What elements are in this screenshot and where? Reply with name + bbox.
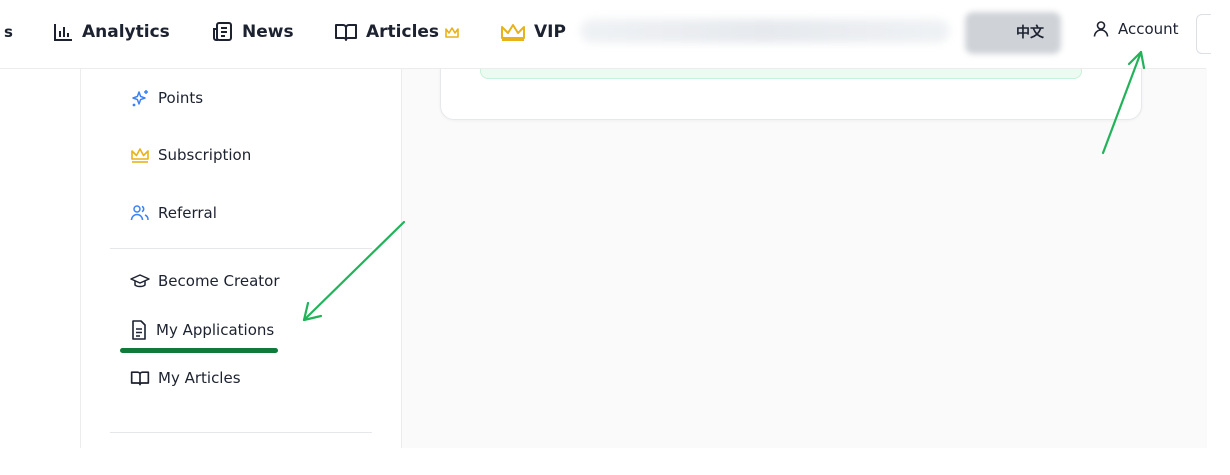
- sparkles-icon: [132, 90, 148, 107]
- main-content: [401, 68, 1207, 448]
- nav-item-news[interactable]: News: [212, 20, 294, 44]
- truncated-button[interactable]: [1196, 14, 1211, 54]
- sidebar-item-label: Referral: [158, 204, 217, 222]
- sidebar-divider: [110, 248, 372, 249]
- crown-icon: [445, 27, 459, 38]
- account-label: Account: [1118, 20, 1179, 38]
- sidebar-divider: [110, 432, 372, 433]
- sidebar-item-label: My Applications: [156, 321, 275, 339]
- crown-icon: [501, 24, 525, 41]
- nav-item-articles-label: Articles: [366, 22, 440, 42]
- sidebar-item-my-applications[interactable]: My Applications: [130, 320, 274, 340]
- sidebar-item-label: Become Creator: [158, 272, 280, 290]
- sidebar-item-my-articles[interactable]: My Articles: [130, 369, 241, 387]
- top-navigation: s Analytics News Articles VIP 中文 Account: [0, 0, 1211, 69]
- nav-item-truncated-label: s: [4, 23, 13, 41]
- sidebar-item-points[interactable]: Points: [130, 88, 203, 108]
- blurred-button[interactable]: [965, 12, 1061, 54]
- language-switch[interactable]: 中文: [1016, 22, 1044, 42]
- sidebar-item-label: My Articles: [158, 369, 241, 387]
- nav-item-analytics-label: Analytics: [82, 22, 170, 42]
- nav-item-truncated[interactable]: s: [4, 20, 13, 44]
- graduation-cap-icon: [130, 274, 150, 288]
- nav-item-vip-label: VIP: [534, 22, 566, 42]
- crown-icon: [131, 148, 149, 163]
- account-button[interactable]: Account: [1092, 20, 1179, 38]
- sidebar-item-referral[interactable]: Referral: [130, 204, 217, 222]
- sidebar-item-subscription[interactable]: Subscription: [130, 146, 251, 164]
- document-icon: [132, 320, 146, 340]
- nav-item-analytics[interactable]: Analytics: [52, 20, 170, 44]
- page-bottom: [0, 448, 1230, 475]
- sidebar-item-become-creator[interactable]: Become Creator: [130, 272, 280, 290]
- nav-item-articles[interactable]: Articles: [334, 20, 459, 44]
- nav-item-vip[interactable]: VIP: [500, 20, 566, 44]
- sidebar: [80, 68, 402, 448]
- sidebar-item-label: Points: [158, 89, 204, 107]
- highlight-underline: [120, 348, 278, 353]
- open-book-icon: [335, 24, 357, 41]
- sidebar-item-label: Subscription: [158, 146, 252, 164]
- newspaper-icon: [213, 22, 232, 41]
- users-icon: [130, 205, 149, 221]
- open-book-icon: [130, 371, 150, 386]
- user-icon: [1093, 21, 1109, 37]
- blurred-notice-text: [580, 19, 950, 43]
- bar-chart-icon: [54, 24, 72, 41]
- nav-item-news-label: News: [242, 22, 294, 42]
